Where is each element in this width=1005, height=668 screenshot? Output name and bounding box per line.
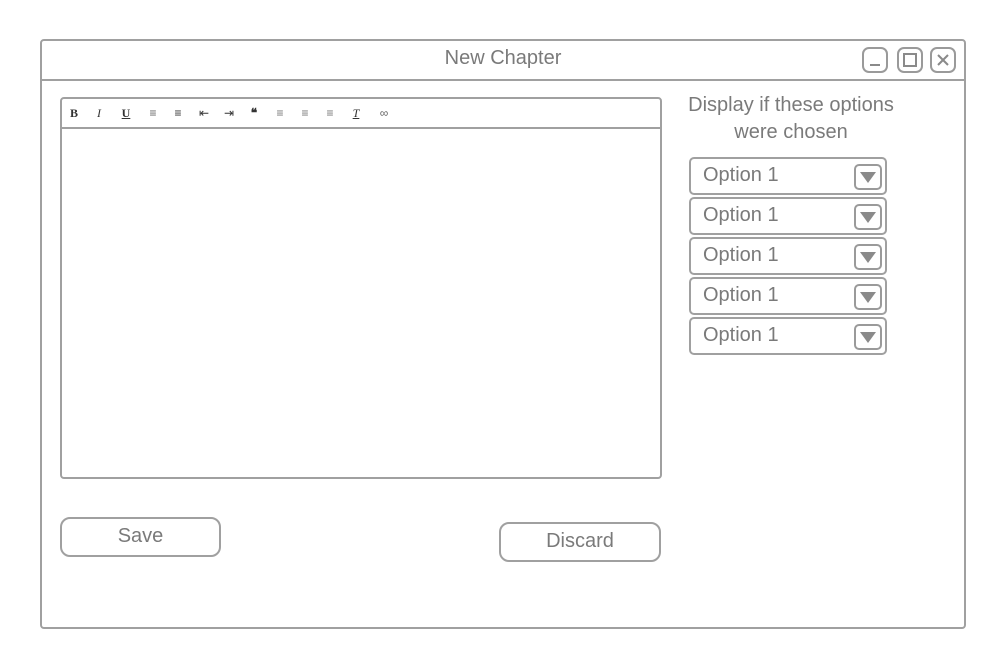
options-label-line2: were chosen [734, 121, 848, 143]
bulleted-list-icon[interactable]: ≡ [170, 105, 186, 121]
options-label-line1: Display if these options [688, 94, 894, 116]
option-select-value: Option 1 [703, 164, 779, 186]
blockquote-icon[interactable]: ❝ [247, 105, 261, 121]
chevron-down-icon [860, 212, 876, 223]
indent-icon[interactable]: ⇥ [221, 105, 237, 121]
dropdown-arrow-button[interactable] [854, 284, 882, 310]
options-label: Display if these options were chosen [672, 92, 910, 146]
dropdown-arrow-button[interactable] [854, 204, 882, 230]
outdent-icon[interactable]: ⇤ [196, 105, 212, 121]
editor-content-area[interactable] [62, 129, 660, 477]
dropdown-arrow-button[interactable] [854, 244, 882, 270]
dropdown-arrow-button[interactable] [854, 164, 882, 190]
bold-icon[interactable]: B [68, 105, 80, 121]
dropdown-arrow-button[interactable] [854, 324, 882, 350]
window-title: New Chapter [444, 47, 562, 69]
link-icon[interactable]: ∞ [375, 105, 393, 121]
title-bar: New Chapter [42, 41, 964, 81]
numbered-list-icon[interactable]: ≡ [146, 105, 160, 121]
option-select-value: Option 1 [703, 324, 779, 346]
minimize-button[interactable] [862, 47, 888, 73]
underline-icon[interactable]: U [120, 105, 132, 121]
option-select-value: Option 1 [703, 244, 779, 266]
align-right-icon[interactable]: ≡ [322, 105, 338, 121]
minimize-icon [870, 64, 880, 66]
option-select-2[interactable]: Option 1 [689, 197, 887, 235]
close-button[interactable] [930, 47, 956, 73]
clear-format-icon[interactable]: T [349, 105, 363, 121]
italic-icon[interactable]: I [93, 105, 105, 121]
option-select-1[interactable]: Option 1 [689, 157, 887, 195]
option-select-3[interactable]: Option 1 [689, 237, 887, 275]
save-button[interactable]: Save [60, 517, 221, 557]
chevron-down-icon [860, 292, 876, 303]
maximize-icon [903, 53, 917, 67]
align-center-icon[interactable]: ≡ [297, 105, 313, 121]
option-select-value: Option 1 [703, 284, 779, 306]
close-icon [937, 54, 949, 66]
chevron-down-icon [860, 252, 876, 263]
maximize-button[interactable] [897, 47, 923, 73]
option-select-value: Option 1 [703, 204, 779, 226]
chevron-down-icon [860, 332, 876, 343]
rich-text-editor: B I U ≡ ≡ ⇤ ⇥ ❝ ≡ ≡ ≡ T ∞ [60, 97, 662, 479]
align-left-icon[interactable]: ≡ [272, 105, 288, 121]
option-select-4[interactable]: Option 1 [689, 277, 887, 315]
option-select-5[interactable]: Option 1 [689, 317, 887, 355]
chevron-down-icon [860, 172, 876, 183]
discard-button[interactable]: Discard [499, 522, 661, 562]
editor-toolbar: B I U ≡ ≡ ⇤ ⇥ ❝ ≡ ≡ ≡ T ∞ [62, 99, 660, 129]
